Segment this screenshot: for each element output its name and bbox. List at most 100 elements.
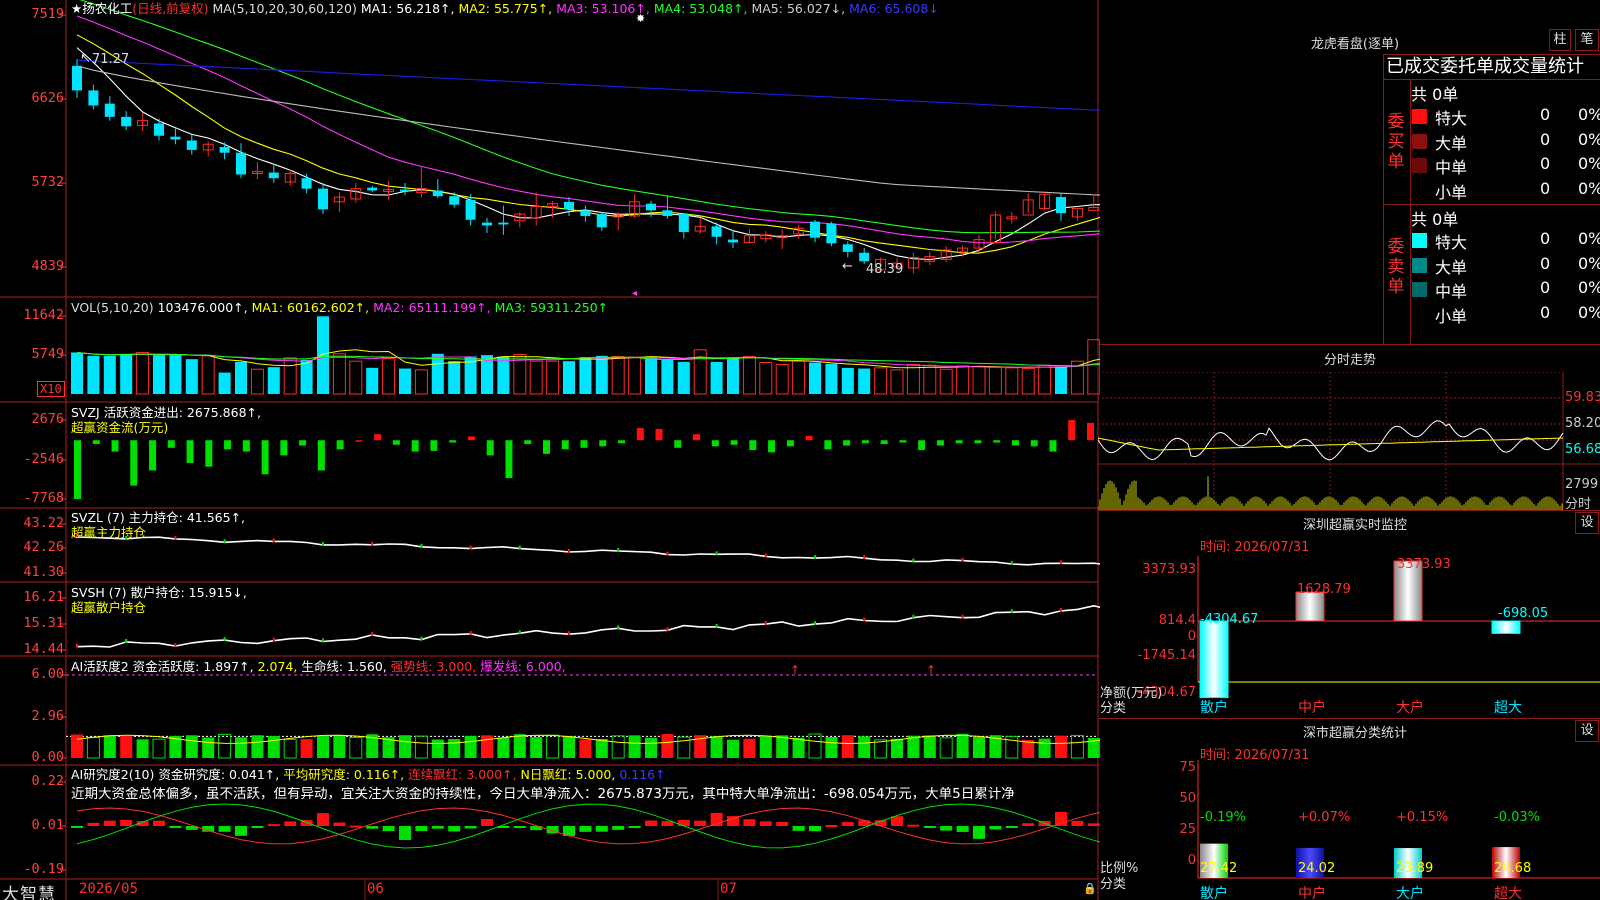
svzj-bar <box>580 440 588 448</box>
svzj-bar <box>786 440 794 447</box>
svzj-bar <box>749 440 757 451</box>
high-marker-arrow: ↖ <box>80 51 91 66</box>
high-price-label: 71.27 <box>92 52 130 67</box>
ai1-bar <box>759 735 772 758</box>
volume-bar <box>579 357 592 394</box>
volume-bar <box>1021 368 1035 395</box>
tick-mark <box>715 623 718 628</box>
svzj-bar <box>599 440 607 447</box>
tick-mark <box>568 548 570 553</box>
svzj-bar <box>861 440 869 444</box>
svzj-bar <box>993 440 1001 443</box>
svzj-bar <box>317 440 325 471</box>
volume-bar <box>382 357 396 395</box>
volume-bar <box>414 369 428 395</box>
xaxis-label-1: 06 <box>367 881 384 897</box>
tick-mark <box>518 545 521 550</box>
ai2-bar <box>579 826 592 832</box>
ai1-bar <box>792 737 805 758</box>
star-icon[interactable]: ★ <box>71 1 82 16</box>
monitor-category: 超大 <box>1494 700 1522 716</box>
ai1-bar <box>973 736 985 758</box>
tick-mark <box>863 555 866 560</box>
buy-row-count: 0 <box>1540 178 1551 198</box>
svzj-bar <box>561 440 569 450</box>
svzj-bar <box>299 440 307 446</box>
volume-bar <box>972 366 986 395</box>
monitor-value-label: 1628.79 <box>1297 582 1351 597</box>
buy-row-pct: 0% <box>1578 154 1600 173</box>
candle-body <box>72 65 82 91</box>
stock-name[interactable]: 扬农化工 <box>82 1 132 16</box>
ai1-bar <box>546 734 560 759</box>
sell-row-label: 特大 <box>1435 233 1468 252</box>
monitor-ylabel: 0 <box>1187 629 1196 644</box>
svzj-bar <box>1030 440 1038 447</box>
sell-row-label: 大单 <box>1435 257 1468 277</box>
ai1-series: ↑ ↑ <box>66 663 1100 759</box>
volume-bar <box>809 362 821 394</box>
vol-ma1: MA1: 60162.602↑, <box>251 300 370 315</box>
lock-icon[interactable]: 🔒 <box>1083 882 1097 895</box>
candle-body <box>810 221 820 238</box>
volume-bar <box>645 356 657 394</box>
ai1-bar <box>414 735 428 759</box>
classify-ylabel: 25 <box>1179 822 1196 837</box>
classify-ylabel: 75 <box>1179 760 1196 775</box>
ai1-bar <box>136 739 149 758</box>
tick-mark <box>174 643 177 648</box>
ai2-h5: 0.116↑ <box>619 767 666 782</box>
candle-body <box>219 147 230 153</box>
classify-value-label: 24.02 <box>1298 861 1336 876</box>
buy-row-pct: 0% <box>1578 129 1600 149</box>
ai1-bar <box>808 733 822 759</box>
monitor-category: 大户 <box>1396 700 1424 716</box>
monitor-cat-label: 分类 <box>1100 701 1127 716</box>
tick-mark <box>961 557 964 562</box>
xaxis-label-2: 07 <box>720 881 737 897</box>
sell-row-count: 0 <box>1540 253 1551 273</box>
candle-body <box>367 187 378 191</box>
ai1-bar <box>1070 734 1084 759</box>
sell-row-pct: 0% <box>1578 302 1600 322</box>
svzj-series <box>74 420 1094 499</box>
candle-body <box>465 199 476 220</box>
tick-mark <box>125 638 128 643</box>
bar-mode-button[interactable]: 柱 <box>1549 29 1571 51</box>
volume-bar <box>906 364 920 395</box>
chart-canvas[interactable]: ✸◂ ↑ ↑ ↖ ← <box>0 0 1100 900</box>
ai2-bar <box>1022 823 1035 826</box>
candle-body <box>596 214 607 228</box>
svsh-line <box>76 604 1100 648</box>
svzj-bar <box>524 440 532 445</box>
volume-bar <box>563 361 575 394</box>
svzl-ylabel-1: 42.26 <box>23 539 64 555</box>
monitor-bar <box>1491 620 1521 634</box>
monitor-settings-button[interactable]: 设 <box>1575 512 1599 534</box>
dragon-tab-0[interactable]: 已成交委托单成交量统计 <box>1384 55 1600 79</box>
svsh-sub: 超赢散户持仓 <box>71 600 147 615</box>
intraday-chart[interactable] <box>1098 372 1600 510</box>
ai1-bar <box>891 738 903 758</box>
svzj-bar <box>636 428 644 441</box>
classify-settings-button[interactable]: 设 <box>1575 720 1599 742</box>
svzl-header: SVZL (7) 主力持仓: 41.565↑, <box>71 510 246 525</box>
ai1-bar <box>431 739 444 758</box>
tick-mark <box>715 551 718 556</box>
vol-ma2: MA2: 65111.199↑, <box>373 300 491 315</box>
volume-bar <box>677 361 690 394</box>
svzj-bar <box>805 435 813 441</box>
classify-change-label: -0.03% <box>1494 810 1540 825</box>
svzj-bar <box>711 440 719 447</box>
volume-bar <box>366 367 379 394</box>
buy-row-label: 小单 <box>1435 182 1468 202</box>
tick-mode-button[interactable]: 笔 <box>1575 29 1599 51</box>
chart-mode[interactable]: (日线,前复权) <box>132 1 208 16</box>
dragon-title: 龙虎看盘(逐单) <box>1310 37 1400 52</box>
buy-row-pct: 0% <box>1578 178 1600 198</box>
sell-row-pct: 0% <box>1578 278 1600 297</box>
svzj-bar <box>411 440 419 452</box>
ai2-bar <box>366 826 379 829</box>
svzj-bar <box>1049 440 1057 452</box>
up-arrow-marker: ↑ <box>790 663 800 677</box>
